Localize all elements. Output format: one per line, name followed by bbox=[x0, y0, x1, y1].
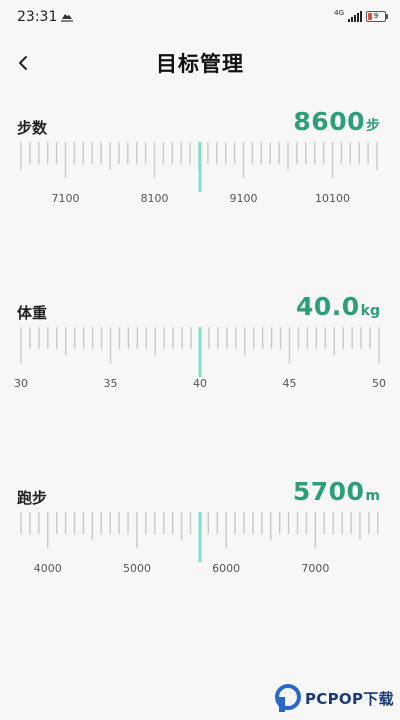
goal-label: 步数 bbox=[17, 119, 48, 137]
goal-value-unit: kg bbox=[360, 303, 380, 319]
tick-label: 40 bbox=[193, 377, 207, 390]
ruler-scale: 7100 8100 9100 10100 bbox=[20, 142, 378, 205]
header: 目标管理 bbox=[0, 40, 400, 84]
watermark: PCPOP下载 bbox=[275, 683, 394, 713]
signal-icon bbox=[348, 11, 362, 22]
tick-label: 35 bbox=[104, 377, 118, 390]
tick-label: 45 bbox=[283, 377, 297, 390]
battery-level: 9 bbox=[373, 12, 379, 20]
goal-value-unit: 步 bbox=[366, 118, 380, 134]
tick-label: 9100 bbox=[230, 192, 258, 205]
tick-label: 6000 bbox=[212, 562, 240, 575]
network-type: 4G bbox=[334, 9, 344, 17]
tick-label: 5000 bbox=[123, 562, 151, 575]
steps-ruler[interactable]: 7100 8100 9100 10100 bbox=[0, 142, 400, 226]
ruler-scale: 4000 5000 6000 7000 bbox=[20, 512, 379, 575]
battery-icon: 9 bbox=[366, 11, 388, 22]
goal-value-number: 5700 bbox=[292, 477, 365, 506]
tick-label: 8100 bbox=[141, 192, 169, 205]
tick-label: 50 bbox=[372, 377, 386, 390]
value-indicator bbox=[198, 327, 202, 377]
weight-ruler[interactable]: 30 35 40 45 50 bbox=[0, 327, 400, 411]
goal-value: 40.0kg bbox=[296, 292, 380, 321]
status-time: 23:31 bbox=[17, 9, 58, 25]
goal-label: 跑步 bbox=[17, 489, 48, 507]
goal-value: 5700m bbox=[293, 477, 380, 506]
goal-value-number: 8600 bbox=[293, 107, 365, 136]
tick-label: 10100 bbox=[315, 192, 350, 205]
tick-label: 4000 bbox=[34, 562, 62, 575]
goal-value-number: 40.0 bbox=[295, 292, 360, 321]
running-ruler[interactable]: 4000 5000 6000 7000 bbox=[0, 512, 400, 596]
status-indicators: 4G 9 bbox=[334, 9, 388, 23]
tick-label: 30 bbox=[14, 377, 28, 390]
goal-label: 体重 bbox=[17, 304, 48, 322]
value-indicator bbox=[198, 142, 202, 192]
status-bar: 23:31 4G 9 bbox=[0, 0, 400, 34]
value-indicator bbox=[198, 512, 202, 562]
ruler-scale: 30 35 40 45 50 bbox=[14, 327, 386, 390]
watermark-text: PCPOP下载 bbox=[305, 689, 394, 708]
goal-value: 8600步 bbox=[293, 107, 380, 136]
page-title: 目标管理 bbox=[156, 52, 244, 76]
tick-label: 7000 bbox=[301, 562, 329, 575]
pcpop-logo-icon bbox=[275, 684, 301, 712]
running-shoe-icon bbox=[61, 14, 73, 22]
goal-value-unit: m bbox=[365, 488, 380, 504]
tick-label: 7100 bbox=[52, 192, 80, 205]
